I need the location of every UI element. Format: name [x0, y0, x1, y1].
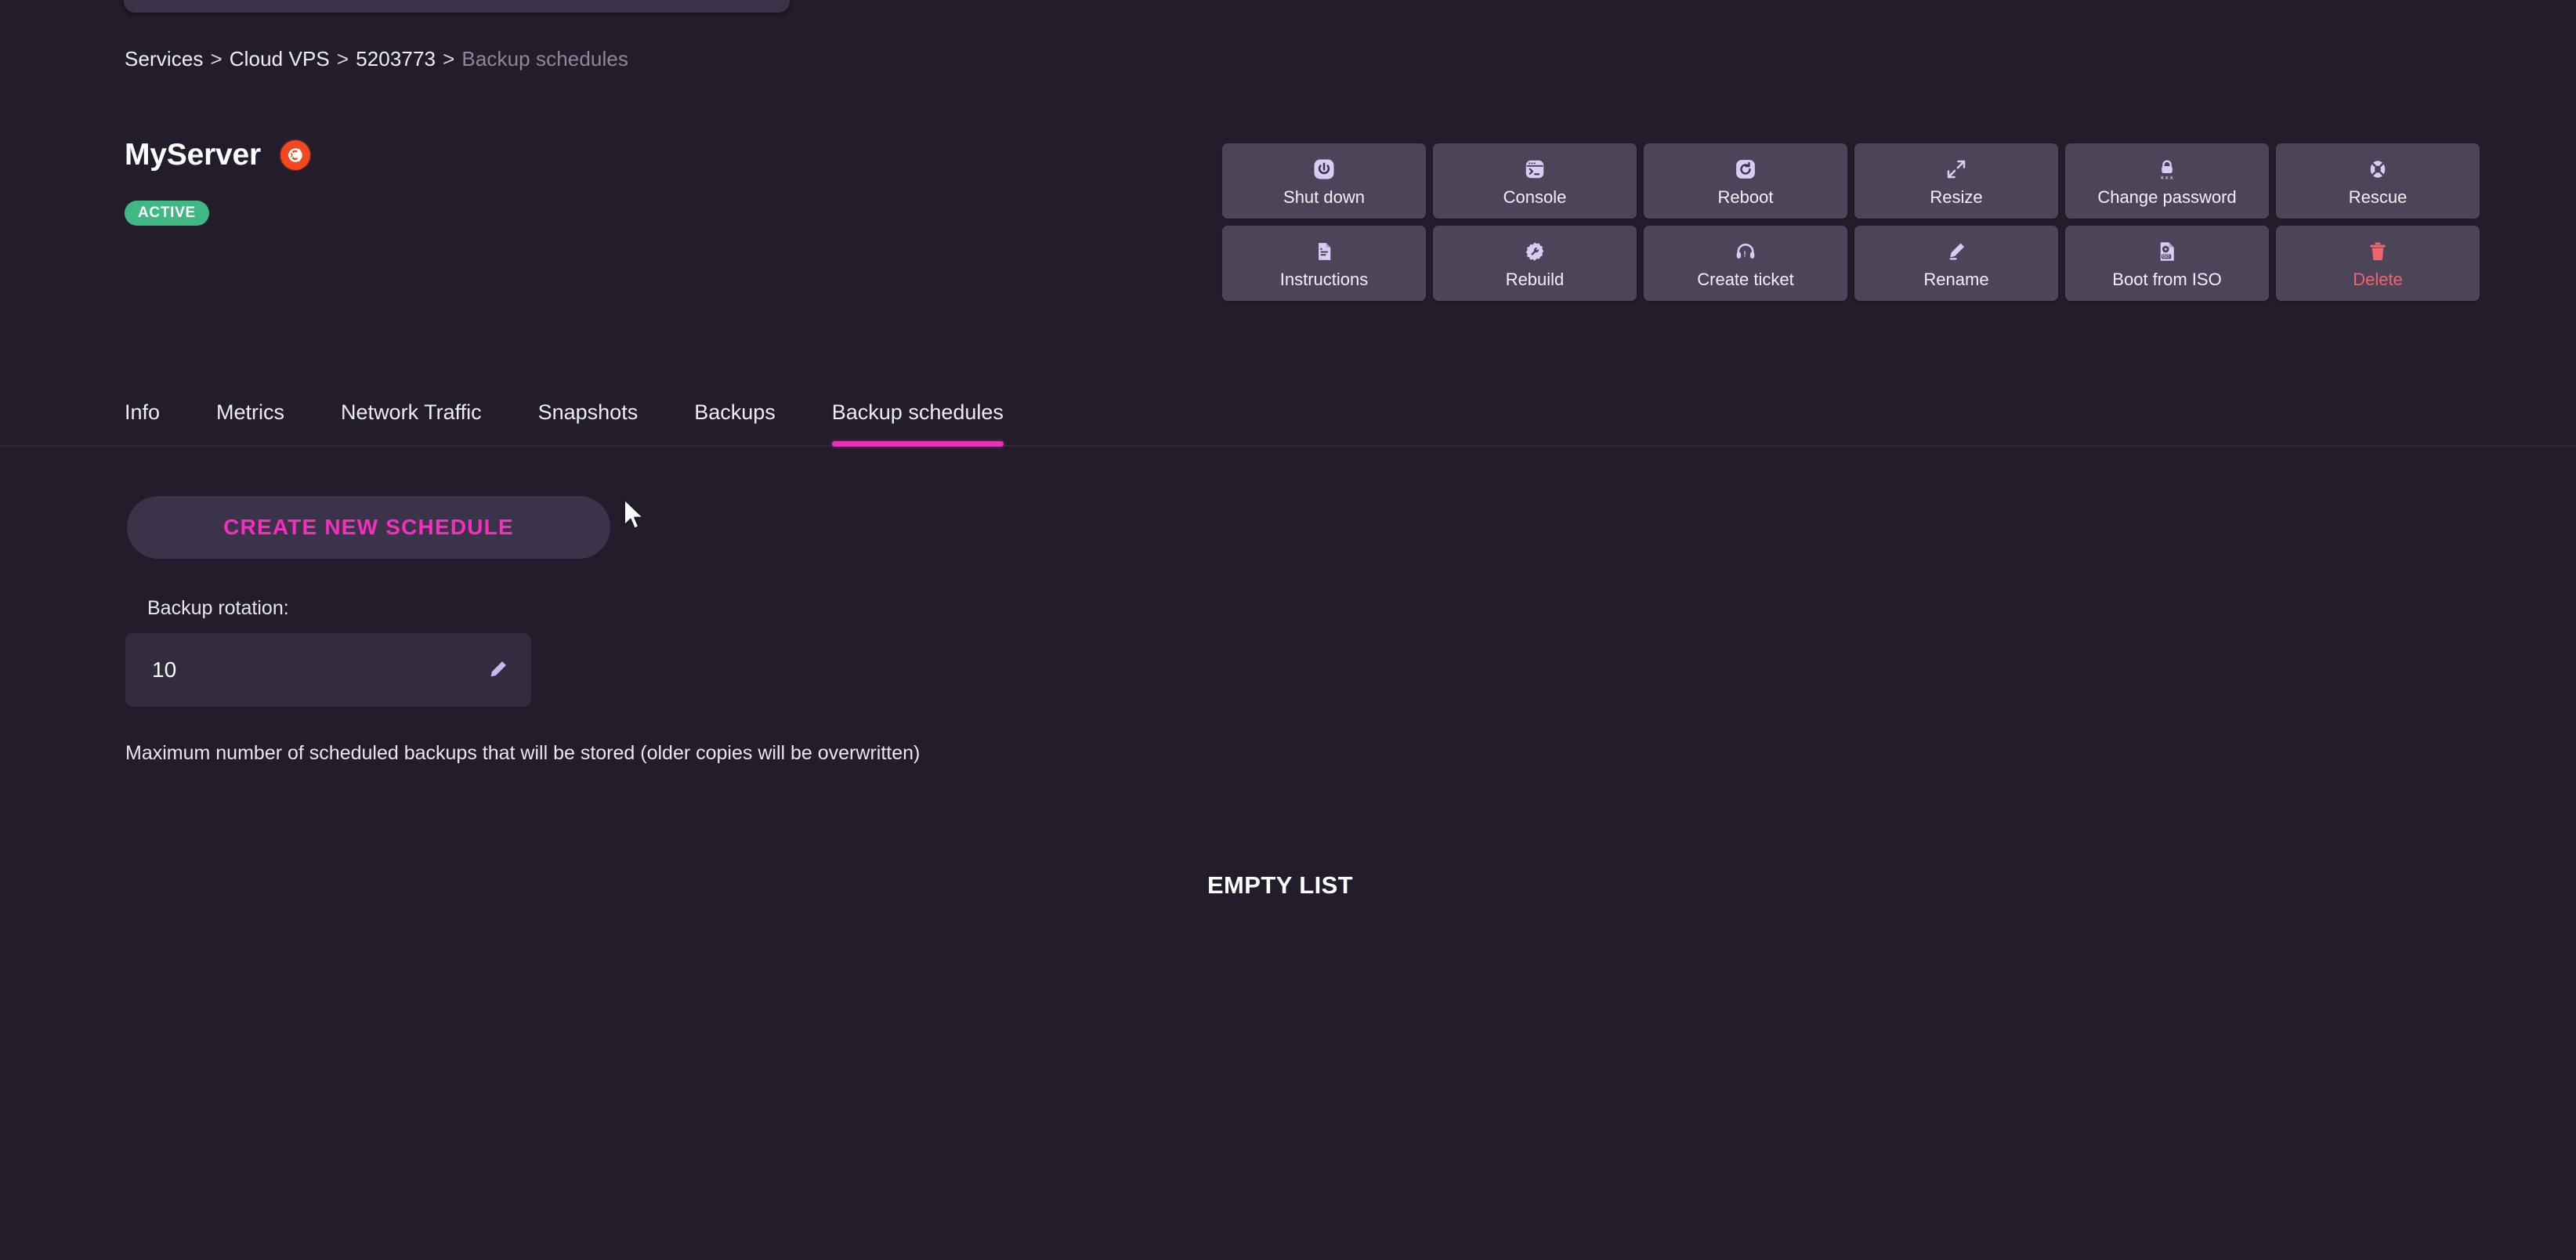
empty-state-label: EMPTY LIST	[1207, 871, 1353, 899]
status-badge: ACTIVE	[125, 201, 209, 226]
create-new-schedule-button[interactable]: Create new schedule	[127, 496, 610, 559]
action-label: Resize	[1930, 187, 1983, 207]
action-label: Delete	[2353, 270, 2403, 289]
action-label: Rebuild	[1505, 270, 1565, 289]
breadcrumb: Services > Cloud VPS > 5203773 > Backup …	[125, 47, 628, 71]
create-ticket-button[interactable]: ! Create ticket	[1644, 226, 1847, 301]
tab-backups[interactable]: Backups	[694, 400, 776, 445]
breadcrumb-item-cloud-vps[interactable]: Cloud VPS	[230, 47, 330, 71]
action-label: Rescue	[2348, 187, 2408, 207]
backup-rotation-value: 10	[152, 657, 177, 682]
tab-bar: Info Metrics Network Traffic Snapshots B…	[0, 386, 2576, 447]
change-password-button[interactable]: xxx Change password	[2065, 143, 2269, 219]
breadcrumb-item-services[interactable]: Services	[125, 47, 204, 71]
instructions-button[interactable]: Instructions	[1222, 226, 1426, 301]
svg-text:x: x	[2161, 176, 2164, 181]
lock-icon: xxx	[2154, 156, 2180, 183]
pencil-icon[interactable]	[484, 657, 511, 683]
restart-icon	[1732, 156, 1759, 183]
page-title: MyServer	[125, 138, 262, 172]
action-label: Rename	[1923, 270, 1989, 289]
backup-rotation-helper-text: Maximum number of scheduled backups that…	[125, 742, 921, 764]
iso-file-icon: ISO	[2154, 238, 2180, 265]
action-label: Shut down	[1283, 187, 1365, 207]
breadcrumb-separator: >	[443, 47, 455, 71]
console-button[interactable]: Console	[1433, 143, 1637, 219]
rename-button[interactable]: Rename	[1854, 226, 2058, 301]
svg-text:ISO: ISO	[2162, 255, 2170, 259]
backup-rotation-input[interactable]: 10	[125, 633, 531, 707]
server-title-row: MyServer	[125, 138, 311, 172]
boot-from-iso-button[interactable]: ISO Boot from ISO	[2065, 226, 2269, 301]
action-label: Boot from ISO	[2112, 270, 2222, 289]
pencil-icon	[1943, 238, 1970, 265]
rebuild-button[interactable]: Rebuild	[1433, 226, 1637, 301]
svg-text:!: !	[1743, 251, 1746, 259]
action-label: Change password	[2097, 187, 2237, 207]
resize-button[interactable]: Resize	[1854, 143, 2058, 219]
backup-schedules-page: Services > Cloud VPS > 5203773 > Backup …	[0, 0, 2576, 1260]
tab-info[interactable]: Info	[125, 400, 160, 445]
shut-down-button[interactable]: Shut down	[1222, 143, 1426, 219]
tab-metrics[interactable]: Metrics	[216, 400, 284, 445]
empty-state: EMPTY LIST	[0, 871, 2576, 900]
svg-text:x: x	[2170, 176, 2173, 181]
top-clipped-panel	[124, 0, 790, 13]
breadcrumb-separator: >	[336, 47, 349, 71]
tab-snapshots[interactable]: Snapshots	[538, 400, 639, 445]
expand-icon	[1943, 156, 1970, 183]
headset-icon: !	[1732, 238, 1759, 265]
rescue-button[interactable]: Rescue	[2276, 143, 2480, 219]
reboot-button[interactable]: Reboot	[1644, 143, 1847, 219]
ubuntu-logo-icon	[280, 139, 311, 170]
action-label: Reboot	[1717, 187, 1774, 207]
server-actions-grid: Shut down Console Reboot Resize x x x Ch…	[1222, 143, 2480, 301]
tab-network-traffic[interactable]: Network Traffic	[341, 400, 482, 445]
action-label: Create ticket	[1697, 270, 1794, 289]
terminal-icon	[1521, 156, 1548, 183]
mouse-cursor	[623, 498, 646, 531]
power-icon	[1311, 156, 1337, 183]
action-label: Instructions	[1279, 270, 1369, 289]
lifebuoy-icon	[2364, 156, 2391, 183]
backup-rotation-label: Backup rotation:	[147, 597, 289, 619]
svg-text:x: x	[2165, 176, 2169, 181]
trash-icon	[2364, 238, 2391, 265]
breadcrumb-item-current: Backup schedules	[461, 47, 629, 71]
action-label: Console	[1503, 187, 1567, 207]
document-icon	[1311, 238, 1337, 265]
tab-backup-schedules[interactable]: Backup schedules	[831, 400, 1004, 447]
breadcrumb-item-service-id[interactable]: 5203773	[356, 47, 436, 71]
gear-wrench-icon	[1521, 238, 1548, 265]
delete-button[interactable]: Delete	[2276, 226, 2480, 301]
breadcrumb-separator: >	[210, 47, 223, 71]
